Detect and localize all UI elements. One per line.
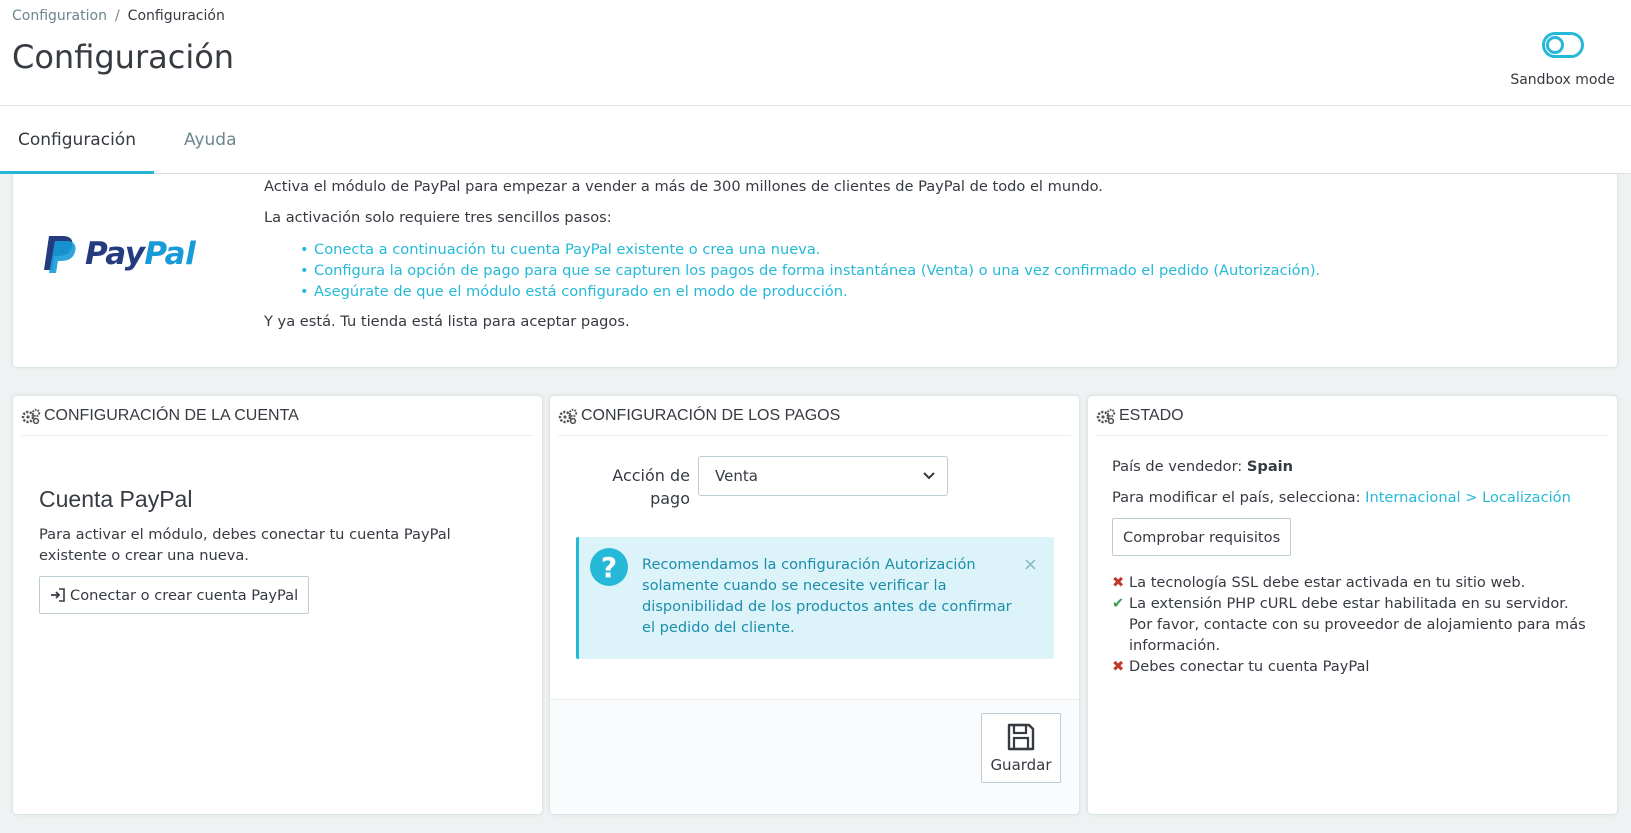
paypal-logo-word-2: Pal xyxy=(144,236,196,272)
breadcrumb-separator: / xyxy=(114,8,120,24)
question-circle-icon: ? xyxy=(590,548,628,586)
account-config-panel: CONFIGURACIÓN DE LA CUENTA Cuenta PayPal… xyxy=(12,395,543,815)
modify-country: Para modificar el país, selecciona: Inte… xyxy=(1112,487,1592,508)
check-requirements-button[interactable]: Comprobar requisitos xyxy=(1112,518,1292,556)
sandbox-mode-control[interactable]: Sandbox mode xyxy=(1510,32,1615,88)
account-title: Cuenta PayPal xyxy=(39,486,193,512)
sandbox-mode-label: Sandbox mode xyxy=(1510,72,1615,88)
payments-panel-heading: CONFIGURACIÓN DE LOS PAGOS xyxy=(581,406,841,424)
save-button-label: Guardar xyxy=(990,756,1052,774)
seller-country-value: Spain xyxy=(1246,458,1294,475)
chevron-down-icon xyxy=(923,472,935,480)
intro-line-3: Y ya está. Tu tienda está lista para ace… xyxy=(264,313,630,330)
tab-configuracion[interactable]: Configuración xyxy=(0,106,154,174)
intro-step-2[interactable]: Configura la opción de pago para que se … xyxy=(300,260,1320,281)
paypal-logo: PayPal xyxy=(43,234,196,274)
panel-footer: Guardar xyxy=(550,699,1079,814)
requirement-text: La extensión PHP cURL debe estar habilit… xyxy=(1129,595,1586,654)
requirement-item: ✔ La extensión PHP cURL debe estar habil… xyxy=(1112,593,1592,656)
localization-link[interactable]: Internacional > Localización xyxy=(1365,489,1571,506)
close-icon[interactable]: × xyxy=(1023,554,1038,575)
times-icon: ✖ xyxy=(1112,574,1125,591)
panel-heading: ESTADO xyxy=(1096,396,1609,436)
intro-panel: PayPal Activa el módulo de PayPal para e… xyxy=(12,174,1618,368)
panel-heading: CONFIGURACIÓN DE LOS PAGOS xyxy=(558,396,1071,436)
requirement-item: ✖ Debes conectar tu cuenta PayPal xyxy=(1112,656,1592,677)
requirement-text: La tecnología SSL debe estar activada en… xyxy=(1129,574,1526,591)
seller-country: País de vendedor: Spain xyxy=(1112,456,1592,477)
account-panel-heading: CONFIGURACIÓN DE LA CUENTA xyxy=(44,406,299,424)
payment-action-label: Acción de pago xyxy=(590,464,690,510)
state-panel: ESTADO País de vendedor: Spain Para modi… xyxy=(1087,395,1618,815)
intro-steps-list: Conecta a continuación tu cuenta PayPal … xyxy=(300,239,1320,302)
account-description: Para activar el módulo, debes conectar t… xyxy=(39,526,451,564)
sandbox-toggle-icon[interactable] xyxy=(1541,32,1584,58)
intro-line-2: La activación solo requiere tres sencill… xyxy=(264,209,612,226)
breadcrumb-current: Configuración xyxy=(127,8,225,24)
breadcrumb: Configuration / Configuración xyxy=(12,8,225,24)
tab-bar: Configuración Ayuda xyxy=(0,106,1631,174)
gears-icon xyxy=(21,408,41,424)
panel-heading: CONFIGURACIÓN DE LA CUENTA xyxy=(21,396,534,436)
gears-icon xyxy=(558,408,578,424)
tab-ayuda[interactable]: Ayuda xyxy=(154,106,255,174)
breadcrumb-parent-link[interactable]: Configuration xyxy=(12,8,107,24)
page-title: Configuración xyxy=(12,38,235,76)
connect-paypal-button[interactable]: Conectar o crear cuenta PayPal xyxy=(39,576,310,614)
payment-action-value: Venta xyxy=(715,467,758,485)
intro-step-1[interactable]: Conecta a continuación tu cuenta PayPal … xyxy=(300,239,1320,260)
state-panel-heading: ESTADO xyxy=(1119,406,1184,424)
payment-action-select[interactable]: Venta xyxy=(698,456,948,496)
paypal-logo-word-1: Pay xyxy=(85,236,145,272)
info-alert-message: Recomendamos la configuración Autorizaci… xyxy=(642,556,1012,636)
payments-config-panel: CONFIGURACIÓN DE LOS PAGOS Acción de pag… xyxy=(549,395,1080,815)
times-icon: ✖ xyxy=(1112,658,1125,675)
save-button[interactable]: Guardar xyxy=(981,713,1061,783)
check-icon: ✔ xyxy=(1112,595,1125,612)
payment-action-label-line-2: pago xyxy=(650,489,690,508)
state-content: País de vendedor: Spain Para modificar e… xyxy=(1112,456,1592,677)
intro-step-3[interactable]: Asegúrate de que el módulo está configur… xyxy=(300,281,1320,302)
gears-icon xyxy=(1096,408,1116,424)
intro-line-1: Activa el módulo de PayPal para empezar … xyxy=(264,178,1103,195)
intro-text: Activa el módulo de PayPal para empezar … xyxy=(264,177,1320,343)
save-icon xyxy=(1007,723,1035,751)
requirement-item: ✖ La tecnología SSL debe estar activada … xyxy=(1112,572,1592,593)
seller-country-label: País de vendedor: xyxy=(1112,458,1243,475)
sign-in-icon xyxy=(51,588,65,602)
modify-country-label: Para modificar el país, selecciona: xyxy=(1112,489,1361,506)
info-alert: ? Recomendamos la configuración Autoriza… xyxy=(576,537,1054,659)
requirement-text: Debes conectar tu cuenta PayPal xyxy=(1129,658,1370,675)
paypal-p-icon xyxy=(44,236,76,273)
connect-paypal-button-label: Conectar o crear cuenta PayPal xyxy=(70,586,299,604)
page-header: Configuration / Configuración Configuració… xyxy=(0,0,1631,106)
payment-action-label-line-1: Acción de xyxy=(612,466,690,485)
